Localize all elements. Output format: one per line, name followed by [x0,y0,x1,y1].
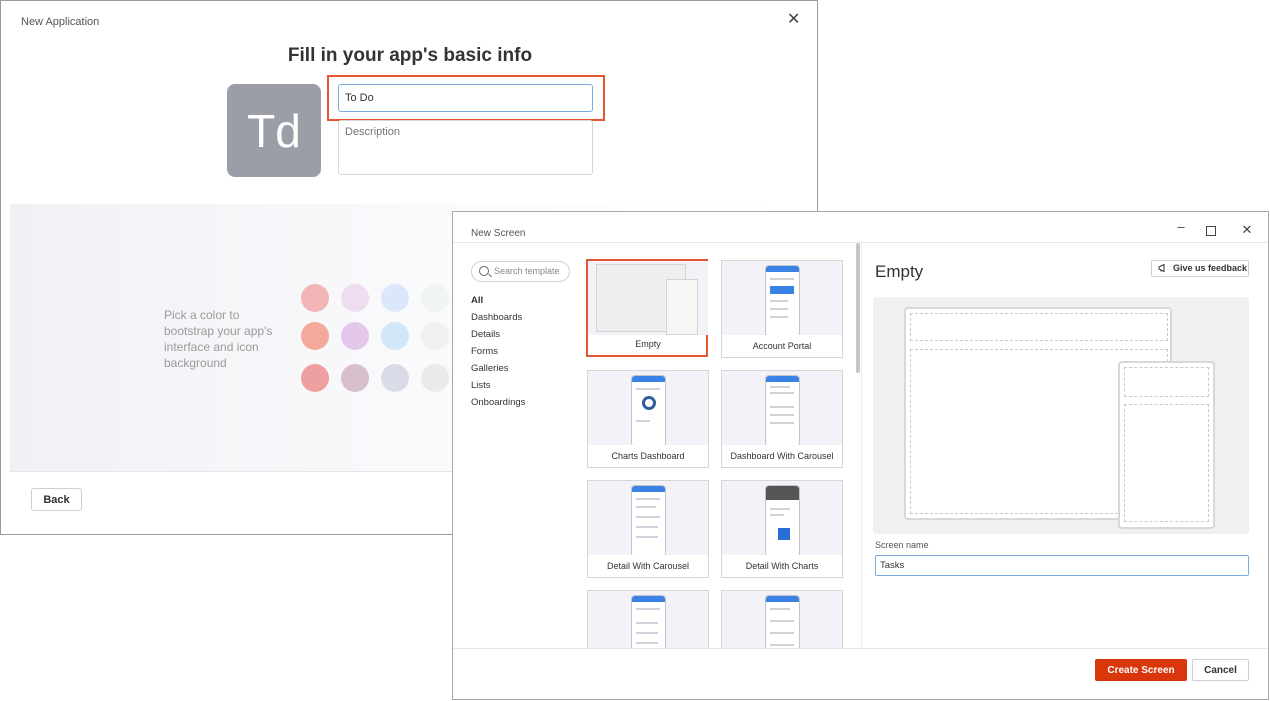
template-thumbnail [588,591,708,648]
color-swatch[interactable] [341,364,369,392]
template-tile[interactable] [721,590,843,648]
preview-phone-frame [1118,361,1215,529]
color-swatch[interactable] [421,364,449,392]
template-tile[interactable] [587,590,709,648]
color-swatch[interactable] [381,322,409,350]
footer-divider [453,648,1268,649]
megaphone-icon [1158,264,1165,272]
color-swatch[interactable] [301,322,329,350]
screen-name-input[interactable] [875,555,1249,576]
template-label: Empty [635,339,661,349]
color-swatch[interactable] [381,284,409,312]
template-label: Detail With Charts [745,561,819,571]
close-icon[interactable]: ✕ [1239,222,1255,238]
phone-mockup [631,375,666,445]
template-label: Charts Dashboard [611,451,685,461]
color-swatch[interactable] [341,322,369,350]
category-all[interactable]: All [471,295,483,306]
preview-title: Empty [875,262,924,281]
category-dashboards[interactable]: Dashboards [471,312,522,323]
template-tile-empty[interactable]: Empty [586,259,708,357]
dialog-title: New Screen [471,228,526,239]
category-forms[interactable]: Forms [471,346,498,357]
color-hint-text: Pick a color to bootstrap your app's int… [164,308,273,370]
template-tile-dashboard-with-carousel[interactable]: Dashboard With Carousel [721,370,843,468]
template-tile-detail-with-charts[interactable]: Detail With Charts [721,480,843,578]
template-gallery: Empty Account Portal Charts Dashboard Da… [586,259,844,648]
category-details[interactable]: Details [471,329,500,340]
search-placeholder: Search template [494,266,560,276]
category-onboardings[interactable]: Onboardings [471,397,525,408]
page-title: Fill in your app's basic info [287,45,533,66]
maximize-icon[interactable] [1206,226,1216,236]
color-swatch[interactable] [421,322,449,350]
color-swatch[interactable] [421,284,449,312]
create-screen-button[interactable]: Create Screen [1095,659,1187,681]
template-thumbnail [722,591,842,648]
gallery-scrollbar[interactable] [856,243,860,373]
close-icon[interactable]: ✕ [787,11,800,29]
template-thumbnail [722,261,842,335]
screen-name-label: Screen name [875,540,929,550]
app-icon-avatar[interactable]: Td [227,84,321,177]
cancel-button[interactable]: Cancel [1192,659,1249,681]
color-swatch[interactable] [381,364,409,392]
color-swatch[interactable] [341,284,369,312]
search-icon [479,266,489,276]
template-thumbnail [588,371,708,445]
category-lists[interactable]: Lists [471,380,491,391]
search-template-input[interactable]: Search template [471,261,570,282]
template-thumbnail [722,481,842,555]
category-galleries[interactable]: Galleries [471,363,509,374]
template-preview [873,297,1249,534]
app-name-input[interactable] [338,84,593,112]
phone-mockup [765,265,800,335]
thumb-phone-frame [666,279,698,335]
color-swatch[interactable] [301,284,329,312]
template-label: Detail With Carousel [606,561,690,571]
app-description-field[interactable] [338,120,593,175]
template-tile-account-portal[interactable]: Account Portal [721,260,843,358]
new-screen-dialog: New Screen – ✕ Search template All Dashb… [452,211,1269,700]
template-tile-detail-with-carousel[interactable]: Detail With Carousel [587,480,709,578]
minimize-icon[interactable]: – [1173,219,1189,234]
color-swatch[interactable] [301,364,329,392]
template-tile-charts-dashboard[interactable]: Charts Dashboard [587,370,709,468]
dialog-title: New Application [21,16,100,28]
template-thumbnail [588,261,708,335]
phone-mockup [631,485,666,555]
template-thumbnail [722,371,842,445]
template-label: Dashboard With Carousel [730,451,834,461]
feedback-label: Give us feedback [1172,263,1248,273]
phone-mockup [765,595,800,648]
phone-mockup [631,595,666,648]
template-thumbnail [588,481,708,555]
give-feedback-button[interactable]: Give us feedback [1151,260,1249,277]
phone-mockup [765,375,800,445]
back-button[interactable]: Back [31,488,82,511]
phone-mockup [765,485,800,555]
template-label: Account Portal [752,341,812,351]
panel-divider [861,243,862,648]
